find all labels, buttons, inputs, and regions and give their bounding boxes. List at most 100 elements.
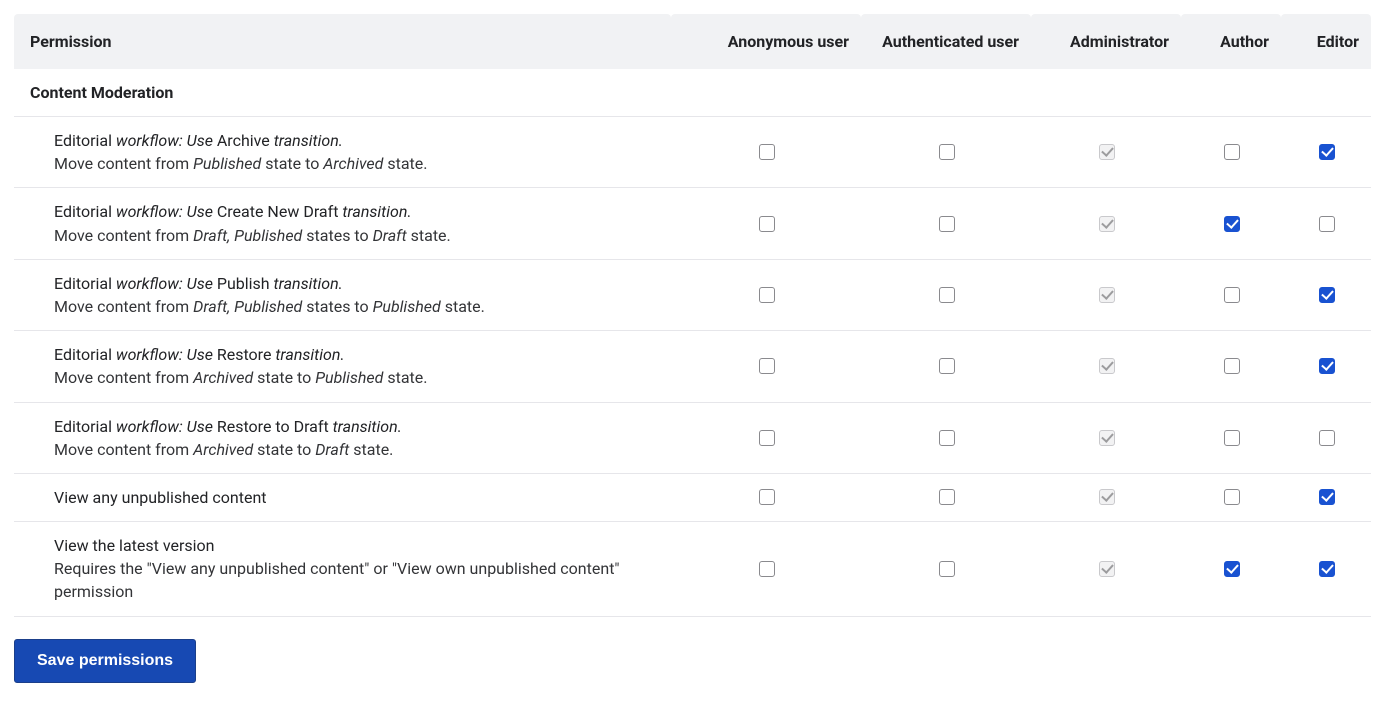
permission-check-cell: [1031, 473, 1181, 521]
permission-checkbox[interactable]: [1224, 287, 1240, 303]
permission-check-cell: [671, 473, 861, 521]
permission-check-cell: [861, 402, 1031, 473]
header-role-administrator: Administrator: [1031, 14, 1181, 69]
permission-checkbox[interactable]: [759, 489, 775, 505]
emphasized-term: workflow: Use: [112, 202, 217, 221]
permission-title: View the latest version: [54, 534, 659, 557]
permission-checkbox: [1099, 287, 1115, 303]
emphasized-term: transition.: [270, 131, 343, 150]
permission-checkbox[interactable]: [939, 489, 955, 505]
permission-check-cell: [671, 188, 861, 259]
emphasized-term: Published: [373, 297, 441, 316]
permission-checkbox[interactable]: [939, 430, 955, 446]
section-title: Content Moderation: [14, 69, 1371, 117]
permission-checkbox[interactable]: [1224, 144, 1240, 160]
permission-check-cell: [861, 188, 1031, 259]
permission-checkbox[interactable]: [1319, 287, 1335, 303]
header-permission: Permission: [14, 14, 671, 69]
header-role-editor: Editor: [1281, 14, 1371, 69]
permission-checkbox: [1099, 216, 1115, 232]
permission-row: Editorial workflow: Use Restore to Draft…: [14, 402, 1371, 473]
permission-description: Move content from Draft, Published state…: [54, 224, 659, 247]
emphasized-term: Draft, Published: [193, 297, 302, 316]
permission-check-cell: [861, 117, 1031, 188]
permission-name-cell: View the latest versionRequires the "Vie…: [14, 522, 671, 617]
header-role-authenticated: Authenticated user: [861, 14, 1031, 69]
emphasized-term: workflow: Use: [112, 274, 217, 293]
permission-check-cell: [1031, 117, 1181, 188]
permission-check-cell: [671, 331, 861, 402]
permission-title: Editorial workflow: Use Archive transiti…: [54, 129, 659, 152]
permission-check-cell: [1281, 522, 1371, 617]
permission-checkbox[interactable]: [1319, 561, 1335, 577]
permission-description: Move content from Published state to Arc…: [54, 152, 659, 175]
permission-checkbox[interactable]: [759, 216, 775, 232]
permission-check-cell: [671, 402, 861, 473]
permission-checkbox[interactable]: [1319, 144, 1335, 160]
emphasized-term: Draft, Published: [193, 226, 302, 245]
permission-name-cell: View any unpublished content: [14, 473, 671, 521]
permission-row: Editorial workflow: Use Publish transiti…: [14, 259, 1371, 330]
emphasized-term: workflow: Use: [112, 345, 217, 364]
save-permissions-button[interactable]: Save permissions: [14, 639, 196, 683]
permission-row: Editorial workflow: Use Restore transiti…: [14, 331, 1371, 402]
emphasized-term: transition.: [271, 345, 344, 364]
permission-check-cell: [861, 522, 1031, 617]
permission-checkbox: [1099, 358, 1115, 374]
permission-check-cell: [1281, 402, 1371, 473]
permission-description: Move content from Archived state to Draf…: [54, 438, 659, 461]
permission-title: Editorial workflow: Use Restore transiti…: [54, 343, 659, 366]
permission-checkbox[interactable]: [1224, 561, 1240, 577]
emphasized-term: workflow: Use: [112, 417, 217, 436]
permissions-table: Permission Anonymous user Authenticated …: [14, 14, 1371, 617]
emphasized-term: transition.: [329, 417, 402, 436]
permission-checkbox[interactable]: [759, 358, 775, 374]
permission-checkbox[interactable]: [1319, 430, 1335, 446]
permission-row: View the latest versionRequires the "Vie…: [14, 522, 1371, 617]
permission-check-cell: [1281, 473, 1371, 521]
permission-check-cell: [1281, 259, 1371, 330]
permission-checkbox: [1099, 144, 1115, 160]
table-header-row: Permission Anonymous user Authenticated …: [14, 14, 1371, 69]
permission-check-cell: [1281, 117, 1371, 188]
permission-description: Move content from Draft, Published state…: [54, 295, 659, 318]
permission-checkbox[interactable]: [939, 561, 955, 577]
permission-checkbox[interactable]: [759, 144, 775, 160]
permission-checkbox[interactable]: [939, 144, 955, 160]
permission-check-cell: [1281, 188, 1371, 259]
permission-checkbox[interactable]: [939, 287, 955, 303]
permission-checkbox[interactable]: [1224, 489, 1240, 505]
permission-checkbox[interactable]: [759, 561, 775, 577]
permission-title: Editorial workflow: Use Restore to Draft…: [54, 415, 659, 438]
permission-checkbox[interactable]: [1319, 489, 1335, 505]
permission-check-cell: [671, 117, 861, 188]
header-role-anonymous: Anonymous user: [671, 14, 861, 69]
permission-check-cell: [1031, 188, 1181, 259]
permission-checkbox[interactable]: [939, 216, 955, 232]
emphasized-term: Published: [315, 368, 383, 387]
permission-checkbox[interactable]: [939, 358, 955, 374]
permission-check-cell: [671, 259, 861, 330]
permission-title: Editorial workflow: Use Publish transiti…: [54, 272, 659, 295]
permission-check-cell: [1181, 473, 1281, 521]
permission-checkbox[interactable]: [1224, 430, 1240, 446]
permission-checkbox[interactable]: [1224, 216, 1240, 232]
permission-check-cell: [1281, 331, 1371, 402]
emphasized-term: transition.: [338, 202, 411, 221]
permission-checkbox[interactable]: [759, 430, 775, 446]
permission-checkbox[interactable]: [1319, 358, 1335, 374]
emphasized-term: transition.: [270, 274, 343, 293]
permission-checkbox: [1099, 489, 1115, 505]
permission-checkbox[interactable]: [1319, 216, 1335, 232]
emphasized-term: Draft: [373, 226, 407, 245]
permission-check-cell: [671, 522, 861, 617]
emphasized-term: workflow: Use: [112, 131, 217, 150]
permission-check-cell: [861, 331, 1031, 402]
emphasized-term: Published: [193, 154, 261, 173]
permission-check-cell: [1181, 522, 1281, 617]
permission-checkbox[interactable]: [759, 287, 775, 303]
permission-check-cell: [1181, 117, 1281, 188]
permission-check-cell: [1181, 331, 1281, 402]
permission-checkbox[interactable]: [1224, 358, 1240, 374]
emphasized-term: Archived: [193, 440, 253, 459]
